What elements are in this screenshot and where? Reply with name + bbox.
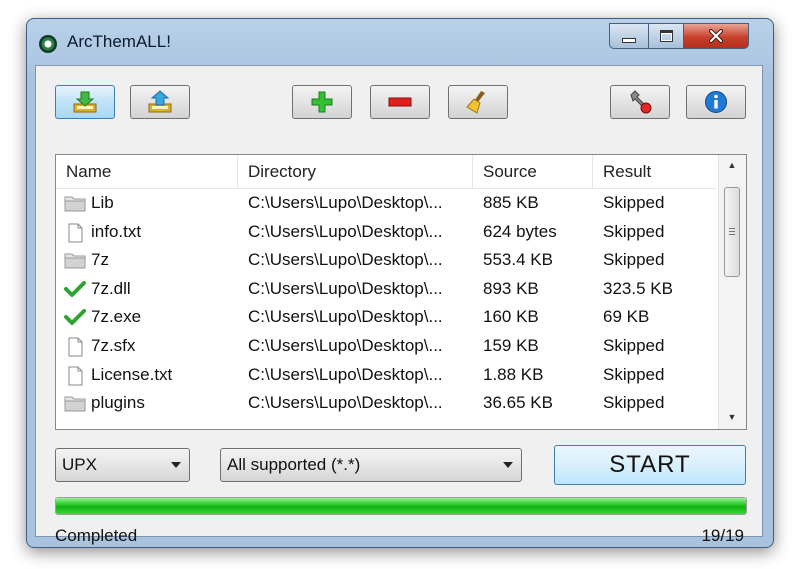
extract-button[interactable] xyxy=(55,85,115,119)
status-text: Completed xyxy=(55,526,138,545)
table-row[interactable]: 7z C:\Users\Lupo\Desktop\... 553.4 KB Skipp… xyxy=(56,246,716,274)
progress-bar xyxy=(55,497,747,515)
cell-name: plugins xyxy=(91,393,145,413)
cell-source: 885 KB xyxy=(483,193,539,212)
file-icon xyxy=(64,366,86,386)
app-window: ArcThemALL! Name Directory Source Result… xyxy=(26,18,774,548)
cell-source: 36.65 KB xyxy=(483,393,553,413)
checkmark-icon xyxy=(64,308,86,326)
column-header-name[interactable]: Name xyxy=(56,155,238,188)
cell-directory: C:\Users\Lupo\Desktop\... xyxy=(248,336,443,355)
minimize-button[interactable] xyxy=(609,23,649,49)
table-row[interactable]: 7z.sfx C:\Users\Lupo\Desktop\... 159 KB Ski… xyxy=(56,332,716,360)
progress-fill xyxy=(56,498,746,514)
cell-directory: C:\Users\Lupo\Desktop\... xyxy=(248,364,443,384)
chevron-down-icon xyxy=(503,462,513,468)
cell-result: Skipped xyxy=(603,336,665,355)
extract-icon xyxy=(73,91,97,113)
folder-icon xyxy=(64,394,86,412)
cell-source: 893 KB xyxy=(483,278,539,298)
cell-directory: C:\Users\Lupo\Desktop\... xyxy=(248,193,443,212)
cell-name: 7z.dll xyxy=(91,278,131,298)
method-select[interactable]: UPX xyxy=(55,448,190,482)
cell-directory: C:\Users\Lupo\Desktop\... xyxy=(248,307,443,327)
filter-select[interactable]: All supported (*.*) xyxy=(220,448,522,482)
cell-result: Skipped xyxy=(603,364,665,384)
cell-result: Skipped xyxy=(603,221,665,241)
minimize-icon xyxy=(622,37,636,43)
cell-directory: C:\Users\Lupo\Desktop\... xyxy=(248,393,443,413)
column-header-directory[interactable]: Directory xyxy=(238,155,473,188)
window-title: ArcThemALL! xyxy=(67,32,171,51)
cell-result: 69 KB xyxy=(603,307,650,327)
cell-result: 323.5 KB xyxy=(603,278,673,298)
info-icon xyxy=(705,91,727,113)
add-files-button[interactable] xyxy=(292,85,352,119)
cell-result: Skipped xyxy=(603,393,665,413)
app-logo-icon xyxy=(39,35,57,53)
settings-icon xyxy=(630,90,652,114)
cell-result: Skipped xyxy=(603,250,665,270)
scroll-thumb[interactable] xyxy=(724,187,740,277)
cell-directory: C:\Users\Lupo\Desktop\... xyxy=(248,250,443,270)
cell-source: 624 bytes xyxy=(483,221,557,241)
cell-source: 160 KB xyxy=(483,307,539,327)
start-button[interactable]: START xyxy=(554,445,746,485)
file-icon xyxy=(64,337,86,357)
cell-source: 553.4 KB xyxy=(483,250,553,270)
table-row[interactable]: License.txt C:\Users\Lupo\Desktop\... 1.88… xyxy=(56,361,716,389)
client-area: Name Directory Source Result Lib C:\Users… xyxy=(35,65,763,545)
compress-icon xyxy=(148,90,172,113)
scroll-down-icon[interactable]: ▼ xyxy=(719,407,745,427)
table-row[interactable]: Lib C:\Users\Lupo\Desktop\... 885 KB Skippe… xyxy=(56,189,716,217)
clear-list-button[interactable] xyxy=(448,85,508,119)
cell-name: 7z xyxy=(91,250,109,270)
settings-button[interactable] xyxy=(610,85,670,119)
column-header-result[interactable]: Result xyxy=(593,155,716,188)
about-button[interactable] xyxy=(686,85,746,119)
cell-directory: C:\Users\Lupo\Desktop\... xyxy=(248,221,443,241)
clear-icon xyxy=(466,91,485,114)
cell-name: Lib xyxy=(91,193,114,212)
folder-icon xyxy=(64,251,86,269)
table-row[interactable]: 7z.dll C:\Users\Lupo\Desktop\... 893 KB 323… xyxy=(56,275,716,303)
table-row[interactable]: info.txt C:\Users\Lupo\Desktop\... 624 byt… xyxy=(56,218,716,246)
table-row[interactable]: plugins C:\Users\Lupo\Desktop\... 36.65 KB… xyxy=(56,389,716,417)
scroll-up-icon[interactable]: ▲ xyxy=(719,155,745,175)
method-select-value: UPX xyxy=(62,455,97,474)
title-bar[interactable]: ArcThemALL! xyxy=(27,19,773,65)
maximize-icon xyxy=(659,30,673,42)
list-header: Name Directory Source Result xyxy=(56,155,716,189)
maximize-button[interactable] xyxy=(648,23,684,49)
cell-directory: C:\Users\Lupo\Desktop\... xyxy=(248,278,443,298)
cell-source: 1.88 KB xyxy=(483,364,544,384)
cell-name: info.txt xyxy=(91,221,142,241)
cell-result: Skipped xyxy=(603,193,665,212)
filter-select-value: All supported (*.*) xyxy=(227,455,361,474)
remove-files-button[interactable] xyxy=(370,85,430,119)
table-row[interactable]: 7z.exe C:\Users\Lupo\Desktop\... 160 KB 69 … xyxy=(56,303,716,331)
close-icon xyxy=(709,29,723,43)
file-list[interactable]: Name Directory Source Result Lib C:\Users… xyxy=(55,154,747,430)
compress-button[interactable] xyxy=(130,85,190,119)
column-header-source[interactable]: Source xyxy=(473,155,593,188)
cell-name: 7z.exe xyxy=(91,307,142,327)
status-count: 19/19 xyxy=(701,526,744,545)
close-button[interactable] xyxy=(683,23,749,49)
remove-icon xyxy=(388,97,412,107)
vertical-scrollbar[interactable]: ▲ ▼ xyxy=(718,155,746,429)
checkmark-icon xyxy=(64,280,86,298)
cell-name: License.txt xyxy=(91,364,173,384)
cell-source: 159 KB xyxy=(483,336,539,355)
file-icon xyxy=(64,223,86,243)
folder-icon xyxy=(64,194,86,212)
chevron-down-icon xyxy=(171,462,181,468)
cell-name: 7z.sfx xyxy=(91,336,136,355)
add-icon xyxy=(311,91,333,113)
